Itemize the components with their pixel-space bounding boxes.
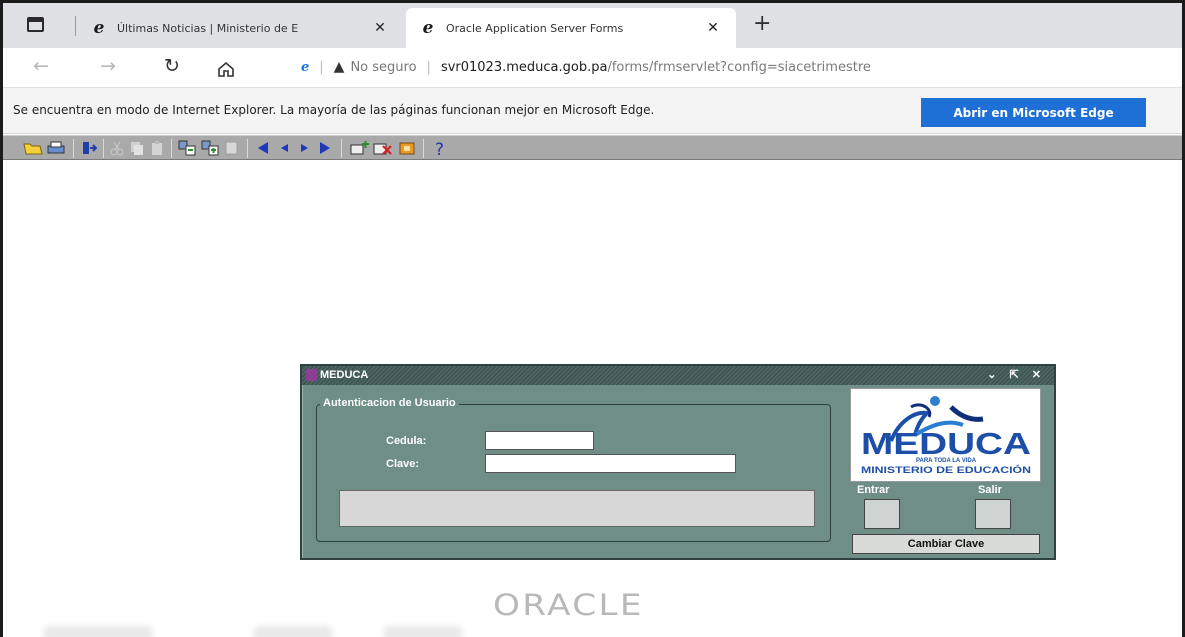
logo-ministry: MINISTERIO DE EDUCACIÓN: [861, 464, 1031, 475]
tab-actions-icon[interactable]: [27, 17, 44, 32]
entrar-label: Entrar: [857, 484, 890, 496]
warning-icon: ▲: [333, 59, 345, 75]
app-icon: [306, 369, 317, 381]
meduca-logo-graphic: MEDUCA PARA TODA LA VIDA MINISTERIO DE E…: [861, 396, 1031, 475]
delete-record-icon[interactable]: [373, 140, 393, 156]
auth-group-title: Autenticacion de Usuario: [320, 397, 459, 409]
home-icon[interactable]: [217, 61, 235, 78]
open-in-edge-button[interactable]: Abrir en Microsoft Edge: [921, 98, 1146, 127]
help-icon[interactable]: ?: [433, 140, 449, 156]
salir-label: Salir: [978, 484, 1002, 496]
meduca-logo: MEDUCA PARA TODA LA VIDA MINISTERIO DE E…: [850, 388, 1041, 482]
tab-strip: e Últimas Noticias | Ministerio de E ✕ e…: [3, 3, 1182, 48]
svg-text:?: ?: [435, 140, 444, 156]
print-icon[interactable]: [46, 140, 66, 156]
clave-label: Clave:: [386, 458, 420, 470]
forms-toolbar: ?: [3, 135, 1182, 160]
exit-icon[interactable]: [81, 140, 97, 156]
open-folder-icon[interactable]: [23, 140, 43, 156]
ie-icon: e: [422, 18, 434, 38]
cut-icon[interactable]: [109, 140, 125, 156]
lock-record-icon[interactable]: [397, 140, 417, 156]
navigation-bar: ← → ↻ e | ▲ No seguro | svr01023.meduca.…: [3, 48, 1182, 88]
toolbar-separator: [247, 139, 248, 158]
cambiar-clave-button[interactable]: Cambiar Clave: [852, 534, 1040, 554]
meduca-login-dialog: MEDUCA ⌄ ⇱ ✕ Autenticacion de Usuario Ce…: [300, 364, 1056, 560]
close-icon[interactable]: ✕: [704, 20, 722, 36]
dialog-title: MEDUCA: [320, 369, 369, 381]
logo-name: MEDUCA: [861, 426, 1031, 461]
entrar-button[interactable]: [864, 499, 900, 529]
blurred-content: [383, 626, 463, 637]
toolbar-separator: [171, 139, 172, 158]
toolbar-separator: [341, 139, 342, 158]
copy-icon[interactable]: [129, 140, 145, 156]
previous-record-icon[interactable]: [278, 140, 290, 156]
infobar-message: Se encuentra en modo de Internet Explore…: [13, 103, 655, 117]
save-record-icon[interactable]: [178, 140, 196, 156]
clave-input[interactable]: [485, 454, 736, 473]
salir-button[interactable]: [975, 499, 1011, 529]
close-icon[interactable]: ✕: [371, 20, 389, 36]
browser-window: e Últimas Noticias | Ministerio de E ✕ e…: [0, 0, 1185, 637]
ie-mode-icon[interactable]: e: [301, 60, 309, 75]
clear-icon[interactable]: [224, 140, 240, 156]
tab-ultimas-noticias[interactable]: e Últimas Noticias | Ministerio de E ✕: [85, 8, 403, 48]
cedula-label: Cedula:: [386, 435, 427, 447]
toolbar-separator: [103, 139, 104, 158]
forward-icon[interactable]: →: [100, 54, 116, 78]
divider: |: [426, 59, 431, 75]
tab-separator: [75, 16, 76, 36]
url-path: /forms/frmservlet?config=siacetrimestre: [607, 59, 871, 75]
message-area: [339, 490, 815, 527]
query-icon[interactable]: [201, 140, 219, 156]
security-label[interactable]: No seguro: [350, 60, 416, 75]
first-record-icon[interactable]: [256, 140, 270, 156]
url-host: svr01023.meduca.gob.pa: [440, 59, 608, 75]
blurred-content: [43, 626, 153, 637]
dialog-title-bar[interactable]: MEDUCA ⌄ ⇱ ✕: [302, 366, 1054, 385]
address-bar[interactable]: e | ▲ No seguro | svr01023.meduca.gob.pa…: [273, 53, 1078, 81]
refresh-icon[interactable]: ↻: [164, 54, 180, 78]
divider: |: [319, 59, 324, 75]
tab-title: Últimas Noticias | Ministerio de E: [117, 21, 299, 35]
oracle-logo: ORACLE: [493, 588, 644, 622]
toolbar-separator: [73, 139, 74, 158]
ie-mode-infobar: Se encuentra en modo de Internet Explore…: [3, 88, 1182, 134]
insert-record-icon[interactable]: [350, 140, 370, 156]
logo-tagline: PARA TODA LA VIDA: [916, 458, 977, 464]
cedula-input[interactable]: [485, 431, 594, 450]
back-icon[interactable]: ←: [33, 54, 49, 78]
last-record-icon[interactable]: [318, 140, 332, 156]
tab-title: Oracle Application Server Forms: [446, 21, 624, 35]
blurred-content: [253, 626, 333, 637]
toolbar-separator: [423, 139, 424, 158]
paste-icon[interactable]: [149, 140, 165, 156]
tab-oracle-forms[interactable]: e Oracle Application Server Forms ✕: [406, 8, 736, 48]
ie-icon: e: [93, 18, 105, 38]
next-record-icon[interactable]: [299, 140, 311, 156]
window-controls[interactable]: ⌄ ⇱ ✕: [987, 368, 1046, 381]
new-tab-button[interactable]: +: [753, 13, 771, 35]
